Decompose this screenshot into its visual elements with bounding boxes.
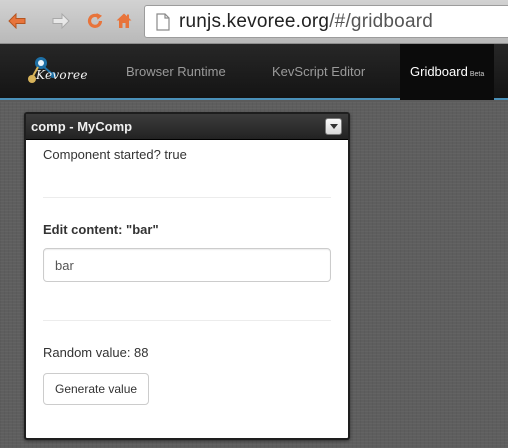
- address-bar[interactable]: runjs.kevoree.org/#/gridboard: [144, 5, 508, 38]
- status-text: Component started? true: [43, 147, 187, 162]
- nav-gridboard[interactable]: Gridboard Beta: [400, 44, 495, 100]
- component-widget[interactable]: comp - MyComp Component started? true Ed…: [24, 112, 350, 440]
- random-value-text: Random value: 88: [43, 345, 149, 360]
- beta-badge: Beta: [469, 71, 485, 78]
- browser-toolbar: runjs.kevoree.org/#/gridboard: [0, 0, 508, 44]
- url-host: runjs.kevoree.org: [179, 10, 330, 32]
- app-navbar: Kevoree Browser Runtime KevScript Editor…: [0, 44, 508, 100]
- home-icon: [116, 13, 132, 28]
- reload-button[interactable]: [84, 8, 106, 34]
- widget-title: comp - MyComp: [31, 119, 133, 134]
- home-button[interactable]: [113, 8, 135, 34]
- divider: [43, 197, 331, 198]
- widget-header[interactable]: comp - MyComp: [26, 114, 348, 140]
- url-text: runjs.kevoree.org/#/gridboard: [179, 11, 433, 33]
- kevoree-logo[interactable]: Kevoree: [24, 54, 104, 92]
- content-input[interactable]: [43, 248, 331, 282]
- reload-icon: [87, 13, 103, 28]
- forward-button[interactable]: [50, 8, 72, 34]
- divider: [43, 320, 331, 321]
- url-path: /#/gridboard: [329, 10, 434, 32]
- nav-browser-runtime[interactable]: Browser Runtime: [126, 44, 226, 100]
- edit-content-label: Edit content: "bar": [43, 222, 159, 237]
- nav-kevscript-editor[interactable]: KevScript Editor: [272, 44, 365, 100]
- page-icon: [156, 12, 170, 31]
- logo-text: Kevoree: [36, 68, 88, 82]
- forward-arrow-icon: [52, 13, 70, 29]
- back-arrow-icon: [8, 13, 26, 29]
- back-button[interactable]: [6, 8, 28, 34]
- caret-down-icon: [329, 124, 338, 129]
- generate-value-button[interactable]: Generate value: [43, 373, 150, 405]
- widget-menu-button[interactable]: [325, 118, 342, 135]
- nav-gridboard-label: Gridboard: [410, 64, 468, 79]
